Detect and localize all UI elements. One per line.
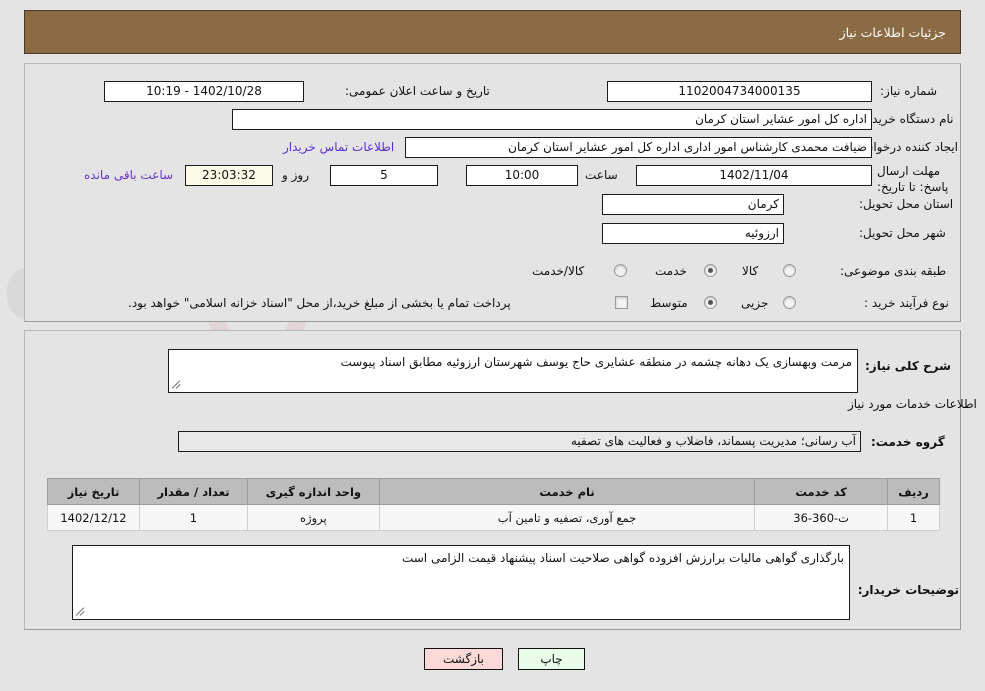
page-title: جزئیات اطلاعات نیاز [839, 24, 946, 40]
radio-khadamat-label: خدمت [655, 264, 687, 278]
deadline-days-label: روز و [282, 168, 309, 182]
buyer-notes-value: بارگذاری گواهی مالیات برارزش افزوده گواه… [401, 551, 844, 565]
general-description-value: مرمت وبهسازی یک دهانه چشمه در منطقه عشای… [340, 355, 852, 369]
deadline-date-value: 1402/11/04 [636, 165, 872, 186]
cell-unit: پروژه [246, 504, 380, 531]
request-creator-value: ضیافت محمدی کارشناس امور اداری اداره کل … [405, 137, 872, 158]
deadline-label: مهلت ارسال پاسخ: تا تاریخ: [877, 164, 949, 194]
cell-service-code: ت-360-36 [754, 504, 889, 531]
back-button[interactable]: بازگشت [424, 648, 503, 670]
services-section-title: اطلاعات خدمات مورد نیاز [848, 397, 977, 411]
page-header: جزئیات اطلاعات نیاز [24, 10, 961, 54]
table-row: 1 ت-360-36 جمع آوری، تصفیه و تامین آب پر… [47, 504, 940, 531]
col-quantity: تعداد / مقدار [139, 478, 248, 505]
cell-quantity: 1 [139, 504, 248, 531]
general-description-textarea[interactable]: مرمت وبهسازی یک دهانه چشمه در منطقه عشای… [168, 349, 858, 393]
deadline-time-label: ساعت [585, 168, 618, 182]
service-group-label: گروه خدمت: [871, 435, 945, 449]
announce-datetime-label: تاریخ و ساعت اعلان عمومی: [345, 84, 490, 98]
delivery-province-label: استان محل تحویل: [859, 197, 954, 211]
col-service-code: کد خدمت [754, 478, 889, 505]
purchase-process-label: نوع فرآیند خرید : [864, 296, 949, 310]
buyer-org-label: نام دستگاه خریدار: [859, 112, 954, 126]
radio-motavaset-label: متوسط [650, 296, 688, 310]
col-row: ردیف [887, 478, 940, 505]
table-header-row: ردیف کد خدمت نام خدمت واحد اندازه گیری ت… [47, 478, 940, 505]
page-root: AriaTender.net جزئیات اطلاعات نیاز شماره… [0, 0, 985, 691]
radio-kala-khadamat[interactable] [614, 264, 627, 277]
radio-jozei-label: جزیی [741, 296, 769, 310]
deadline-time-value: 10:00 [466, 165, 578, 186]
buyer-contact-link[interactable]: اطلاعات تماس خریدار [283, 140, 395, 154]
delivery-province-value: کرمان [602, 194, 784, 215]
col-unit: واحد اندازه گیری [246, 478, 380, 505]
radio-kala-khadamat-label: کالا/خدمت [532, 264, 585, 278]
radio-motavaset[interactable] [704, 296, 717, 309]
services-table: ردیف کد خدمت نام خدمت واحد اندازه گیری ت… [47, 478, 940, 531]
countdown-label: ساعت باقی مانده [84, 168, 174, 182]
radio-kala[interactable] [783, 264, 796, 277]
col-service-name: نام خدمت [378, 478, 756, 505]
print-button[interactable]: چاپ [518, 648, 585, 670]
resize-grip-icon [171, 379, 183, 391]
cell-row: 1 [887, 504, 940, 531]
treasury-note-checkbox[interactable] [615, 296, 628, 309]
col-need-date: تاریخ نیاز [47, 478, 140, 505]
buyer-notes-label: توضیحات خریدار: [857, 583, 959, 597]
buyer-notes-textarea[interactable]: بارگذاری گواهی مالیات برارزش افزوده گواه… [72, 545, 850, 620]
countdown-value: 23:03:32 [185, 165, 273, 186]
resize-grip-icon [75, 606, 87, 618]
delivery-city-value: ارزوئیه [602, 223, 784, 244]
treasury-note-label: پرداخت تمام یا بخشی از مبلغ خرید،از محل … [128, 296, 511, 310]
need-number-label: شماره نیاز: [880, 84, 937, 98]
announce-datetime-value: 1402/10/28 - 10:19 [104, 81, 304, 102]
radio-khadamat[interactable] [704, 264, 717, 277]
cell-service-name: جمع آوری، تصفیه و تامین آب [378, 504, 756, 531]
buyer-org-value: اداره کل امور عشایر استان کرمان [232, 109, 872, 130]
radio-jozei[interactable] [783, 296, 796, 309]
deadline-days-value: 5 [330, 165, 438, 186]
radio-kala-label: کالا [742, 264, 759, 278]
delivery-city-label: شهر محل تحویل: [859, 226, 946, 240]
service-group-value: آب رسانی؛ مدیریت پسماند، فاضلاب و فعالیت… [178, 431, 861, 452]
cell-need-date: 1402/12/12 [47, 504, 140, 531]
general-description-label: شرح کلی نیاز: [865, 359, 951, 373]
subject-category-label: طبقه بندی موضوعی: [840, 264, 947, 278]
need-number-value: 1102004734000135 [607, 81, 872, 102]
